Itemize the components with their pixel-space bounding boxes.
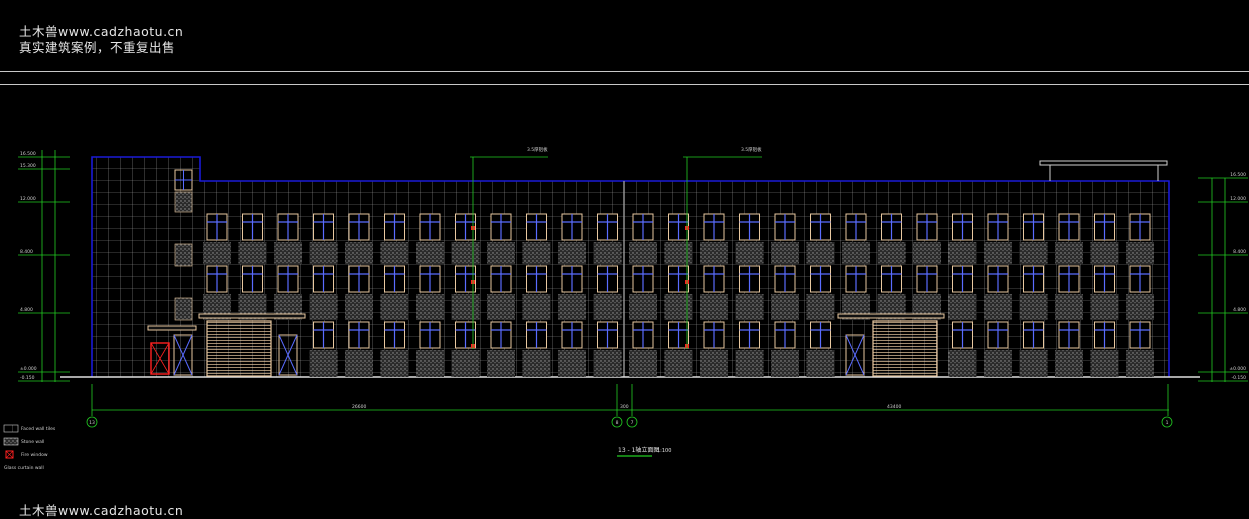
window bbox=[593, 213, 622, 264]
callout-left-label: 3.5厚铝板 bbox=[527, 146, 548, 153]
window bbox=[451, 213, 480, 264]
legend-label-glass: Glass curtain wall bbox=[4, 465, 44, 471]
window bbox=[700, 213, 728, 264]
window bbox=[735, 213, 764, 264]
window bbox=[629, 213, 657, 264]
svg-text:13: 13 bbox=[89, 420, 95, 426]
level-marker: 4.800 bbox=[1198, 307, 1248, 314]
level-marker: ±0.000 bbox=[1198, 366, 1248, 373]
window bbox=[1126, 213, 1154, 264]
window bbox=[309, 213, 338, 264]
window bbox=[1055, 213, 1083, 264]
dim-mid-text: 300 bbox=[620, 404, 629, 410]
svg-text:±0.000: ±0.000 bbox=[20, 366, 37, 372]
window bbox=[664, 213, 693, 264]
window bbox=[842, 213, 870, 264]
level-marker: 8.400 bbox=[1198, 249, 1248, 256]
legend-swatch-tiles bbox=[3, 424, 19, 433]
rolling-door-left bbox=[206, 320, 272, 377]
axis-ticks bbox=[91, 384, 1169, 416]
level-marker: -0.150 bbox=[18, 375, 70, 382]
window bbox=[380, 213, 409, 264]
legend-label-fire: Fire window bbox=[21, 452, 48, 458]
level-marker: -0.150 bbox=[1198, 375, 1248, 382]
level-marker: 4.800 bbox=[18, 307, 70, 314]
dim-left-text: 26600 bbox=[352, 404, 366, 410]
level-marker: 16.500 bbox=[18, 151, 70, 158]
window bbox=[558, 213, 586, 264]
grid-bubble-7: 7 bbox=[626, 416, 638, 428]
legend-label-stone: Stone wall bbox=[21, 439, 44, 445]
window bbox=[1090, 213, 1119, 264]
window bbox=[522, 213, 551, 264]
roof-canopy bbox=[1039, 160, 1168, 181]
svg-text:4.800: 4.800 bbox=[20, 307, 33, 313]
window bbox=[948, 213, 977, 264]
svg-text:16.500: 16.500 bbox=[1230, 172, 1246, 178]
window bbox=[771, 213, 799, 264]
svg-text:-0.150: -0.150 bbox=[20, 375, 35, 381]
window bbox=[487, 213, 515, 264]
level-marker: 12.000 bbox=[18, 196, 70, 203]
svg-text:8.400: 8.400 bbox=[20, 249, 33, 255]
window bbox=[274, 213, 302, 264]
level-marker: 16.500 bbox=[1198, 172, 1248, 179]
grid-bubble-8: 8 bbox=[611, 416, 623, 428]
level-marker: 8.400 bbox=[18, 249, 70, 256]
window bbox=[984, 213, 1012, 264]
level-marker: 12.000 bbox=[1198, 196, 1248, 203]
svg-text:12.000: 12.000 bbox=[1230, 196, 1246, 202]
window bbox=[416, 213, 444, 264]
callout-right-label: 3.5厚铝板 bbox=[741, 146, 762, 153]
level-dimension-left bbox=[41, 150, 56, 382]
svg-text:16.500: 16.500 bbox=[20, 151, 36, 157]
svg-text:1: 1 bbox=[1166, 420, 1169, 426]
window bbox=[203, 213, 231, 264]
window bbox=[806, 213, 835, 264]
level-marker: ±0.000 bbox=[18, 366, 70, 373]
grid-bubble-1: 1 bbox=[1161, 416, 1173, 428]
window bbox=[913, 213, 941, 264]
legend-swatch-stone bbox=[3, 437, 19, 446]
drawing-title: 13 - 1轴立面图 bbox=[618, 446, 659, 454]
level-marker: 15.300 bbox=[18, 163, 70, 170]
window bbox=[238, 213, 267, 264]
svg-text:8.400: 8.400 bbox=[1233, 249, 1246, 255]
svg-text:4.800: 4.800 bbox=[1233, 307, 1246, 313]
window bbox=[877, 213, 906, 264]
dim-right-text: 43400 bbox=[887, 404, 901, 410]
legend: Faced wall tiles Stone wall Fire window … bbox=[3, 424, 56, 471]
drawing-scale: 1:100 bbox=[657, 448, 671, 454]
entrance-canopy-right bbox=[837, 313, 945, 319]
window bbox=[1019, 213, 1048, 264]
window bbox=[345, 213, 373, 264]
level-dimension-right bbox=[1211, 178, 1226, 382]
svg-text:12.000: 12.000 bbox=[20, 196, 36, 202]
elevation-drawing: 3.5厚铝板 3.5厚铝板 16.500 15.300 12.000 8.400 4.8… bbox=[3, 146, 1248, 471]
legend-label-tiles: Faced wall tiles bbox=[21, 426, 56, 432]
grid-bubble-13: 13 bbox=[86, 416, 98, 428]
svg-text:7: 7 bbox=[631, 420, 634, 426]
svg-text:-0.150: -0.150 bbox=[1231, 375, 1246, 381]
rolling-door-right bbox=[872, 320, 938, 377]
svg-text:8: 8 bbox=[616, 420, 619, 426]
svg-text:±0.000: ±0.000 bbox=[1229, 366, 1246, 372]
svg-text:15.300: 15.300 bbox=[20, 163, 36, 169]
